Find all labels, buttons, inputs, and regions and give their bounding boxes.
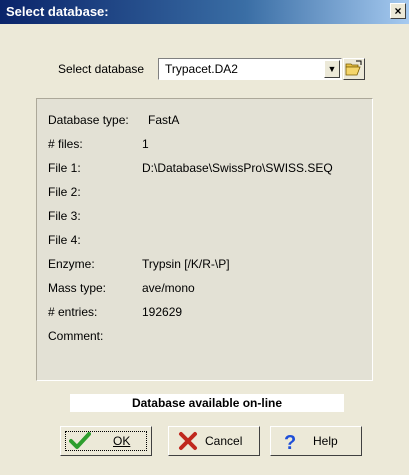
info-label: # entries:	[48, 305, 98, 319]
info-label: Mass type:	[48, 281, 107, 295]
info-label: Comment:	[48, 329, 104, 343]
info-label: File 1:	[48, 161, 81, 175]
database-combobox-value: Trypacet.DA2	[165, 62, 238, 76]
info-label: Enzyme:	[48, 257, 95, 271]
info-label: # files:	[48, 137, 83, 151]
close-button[interactable]: ×	[390, 3, 406, 19]
help-button[interactable]: ? Help	[270, 426, 362, 456]
question-mark-icon: ?	[284, 432, 296, 451]
database-status: Database available on-line	[70, 394, 344, 412]
info-value: Trypsin [/K/R-\P]	[142, 257, 230, 271]
browse-folder-button[interactable]	[343, 58, 365, 80]
chevron-down-icon[interactable]: ▼	[324, 60, 340, 78]
svg-text:?: ?	[284, 432, 296, 451]
cancel-button[interactable]: Cancel	[168, 426, 260, 456]
open-folder-icon	[345, 60, 362, 76]
database-info-panel: Database type: FastA # files: 1 File 1: …	[36, 98, 373, 381]
help-button-label: Help	[313, 434, 338, 448]
info-label: File 4:	[48, 233, 81, 247]
info-value: 192629	[142, 305, 183, 319]
info-value: FastA	[148, 113, 180, 127]
info-label: Database type:	[48, 113, 129, 127]
select-database-dialog: Select database: × Select database Trypa…	[0, 0, 409, 475]
info-value: ave/mono	[142, 281, 195, 295]
dialog-title: Select database:	[6, 4, 109, 19]
select-database-label: Select database	[58, 62, 145, 76]
info-value: D:\Database\SwissPro\SWISS.SEQ	[142, 161, 333, 175]
database-select-row: Select database Trypacet.DA2 ▼	[0, 58, 409, 80]
ok-button-label: OK	[113, 434, 131, 448]
info-label: File 3:	[48, 209, 81, 223]
info-label: File 2:	[48, 185, 81, 199]
cancel-button-label: Cancel	[205, 434, 243, 448]
ok-button[interactable]: OK	[60, 426, 152, 456]
title-bar[interactable]: Select database: ×	[0, 0, 409, 24]
x-icon	[179, 432, 197, 450]
close-icon: ×	[394, 4, 402, 18]
checkmark-icon	[69, 432, 91, 449]
info-value: 1	[142, 137, 149, 151]
database-combobox[interactable]: Trypacet.DA2 ▼	[158, 58, 342, 80]
